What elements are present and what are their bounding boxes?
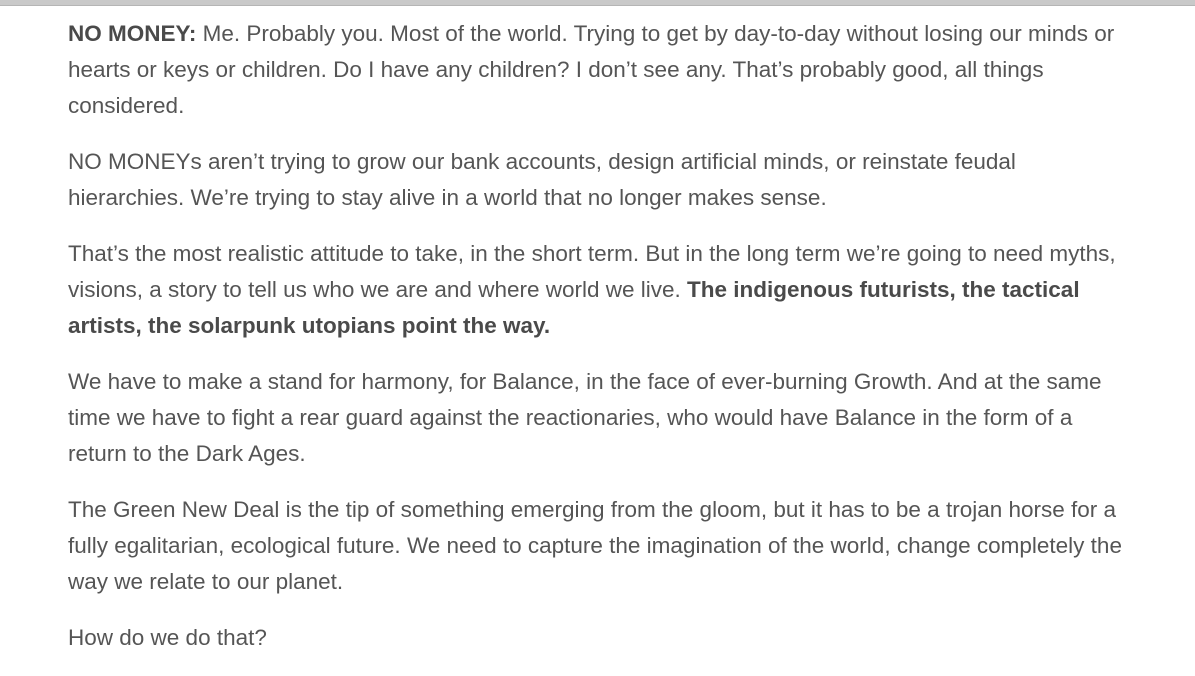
- paragraph-green-new-deal: The Green New Deal is the tip of somethi…: [68, 492, 1128, 600]
- term-no-money: NO MONEY:: [68, 21, 197, 46]
- paragraph-no-moneys: NO MONEYs aren’t trying to grow our bank…: [68, 144, 1128, 216]
- paragraph-question: How do we do that?: [68, 620, 1128, 656]
- paragraph-text: We have to make a stand for harmony, for…: [68, 369, 1102, 466]
- paragraph-text: The Green New Deal is the tip of somethi…: [68, 497, 1122, 594]
- article-body: NO MONEY: Me. Probably you. Most of the …: [68, 16, 1128, 676]
- top-border: [0, 0, 1195, 6]
- paragraph-text: How do we do that?: [68, 625, 267, 650]
- paragraph-text: NO MONEYs aren’t trying to grow our bank…: [68, 149, 1016, 210]
- paragraph-balance: We have to make a stand for harmony, for…: [68, 364, 1128, 472]
- paragraph-no-money: NO MONEY: Me. Probably you. Most of the …: [68, 16, 1128, 124]
- paragraph-realistic-attitude: That’s the most realistic attitude to ta…: [68, 236, 1128, 344]
- paragraph-text: Me. Probably you. Most of the world. Try…: [68, 21, 1115, 118]
